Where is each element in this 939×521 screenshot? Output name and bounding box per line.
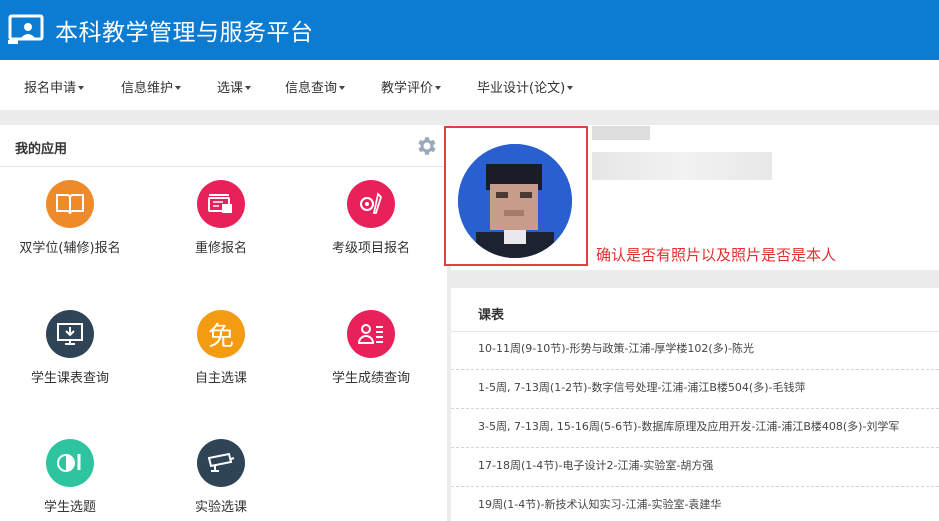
topic-icon (46, 439, 94, 487)
top-header: 本科教学管理与服务平台 (0, 0, 939, 60)
avatar (458, 144, 572, 258)
chevron-down-icon (78, 85, 85, 90)
monitor-user-icon (8, 14, 44, 44)
app-double-degree[interactable]: 双学位(辅修)报名 (0, 180, 145, 270)
mian-character-icon: 免 (197, 310, 245, 358)
app-label: 重修报名 (194, 241, 247, 256)
chevron-down-icon (339, 85, 346, 90)
schedule-item[interactable]: 17-18周(1-4节)-电子设计2-江浦-实验室-胡方强 (478, 457, 713, 473)
schedule-title: 课表 (478, 308, 505, 323)
camera-icon (197, 439, 245, 487)
app-label: 实验选课 (194, 500, 247, 515)
app-student-timetable[interactable]: 学生课表查询 (0, 310, 145, 400)
download-monitor-icon (46, 310, 94, 358)
app-label: 学生选题 (43, 500, 96, 515)
book-icon (46, 180, 94, 228)
chevron-down-icon (435, 85, 442, 90)
app-label: 学生成绩查询 (331, 371, 410, 386)
app-label: 考级项目报名 (331, 241, 410, 256)
divider (0, 166, 447, 167)
app-label: 自主选课 (194, 371, 247, 386)
app-retake[interactable]: 重修报名 (146, 180, 296, 270)
retake-icon (197, 180, 245, 228)
divider (451, 408, 939, 409)
nav-item-course-selection[interactable]: 选课 (217, 77, 252, 96)
student-photo-frame (444, 126, 588, 266)
redacted-info (592, 152, 772, 180)
app-lab-course-selection[interactable]: 实验选课 (146, 439, 296, 521)
divider (451, 447, 939, 448)
photo-annotation: 确认是否有照片以及照片是否是本人 (596, 246, 837, 264)
nav-item-teaching-evaluation[interactable]: 教学评价 (381, 77, 442, 96)
panel-title: 我的应用 (15, 142, 68, 157)
student-photo (458, 144, 572, 258)
app-title: 本科教学管理与服务平台 (55, 20, 314, 46)
schedule-item[interactable]: 10-11周(9-10节)-形势与政策-江浦-厚学楼102(多)-陈光 (478, 340, 754, 356)
my-apps-panel: 我的应用 双学位(辅修)报名 重修报名 考级项目报名 学生课表查询 免 自主选课 (0, 125, 447, 521)
chevron-down-icon (567, 85, 574, 90)
schedule-item[interactable]: 19周(1-4节)-新技术认知实习-江浦-实验室-袁建华 (478, 496, 721, 512)
nav-item-info-query[interactable]: 信息查询 (285, 77, 346, 96)
divider (451, 331, 939, 332)
app-label: 双学位(辅修)报名 (19, 241, 121, 256)
schedule-item[interactable]: 1-5周, 7-13周(1-2节)-数字信号处理-江浦-浦江B楼504(多)-毛… (478, 379, 805, 395)
nav-item-graduation-thesis[interactable]: 毕业设计(论文) (477, 77, 574, 96)
gear-icon[interactable] (415, 134, 439, 158)
redacted-name (592, 126, 650, 140)
section-gap (451, 270, 939, 288)
divider (451, 369, 939, 370)
app-topic-selection[interactable]: 学生选题 (0, 439, 145, 521)
exam-settings-icon (347, 180, 395, 228)
chevron-down-icon (175, 85, 182, 90)
main-nav: 报名申请 信息维护 选课 信息查询 教学评价 毕业设计(论文) (0, 60, 939, 110)
nav-item-info-maintenance[interactable]: 信息维护 (121, 77, 182, 96)
app-label: 学生课表查询 (30, 371, 109, 386)
nav-item-registration[interactable]: 报名申请 (24, 77, 85, 96)
grade-list-icon (347, 310, 395, 358)
app-grade-query[interactable]: 学生成绩查询 (296, 310, 446, 400)
divider (451, 486, 939, 487)
schedule-item[interactable]: 3-5周, 7-13周, 15-16周(5-6节)-数据库原理及应用开发-江浦-… (478, 418, 899, 434)
app-exam-registration[interactable]: 考级项目报名 (296, 180, 446, 270)
chevron-down-icon (245, 85, 252, 90)
app-free-course-selection[interactable]: 免 自主选课 (146, 310, 296, 400)
